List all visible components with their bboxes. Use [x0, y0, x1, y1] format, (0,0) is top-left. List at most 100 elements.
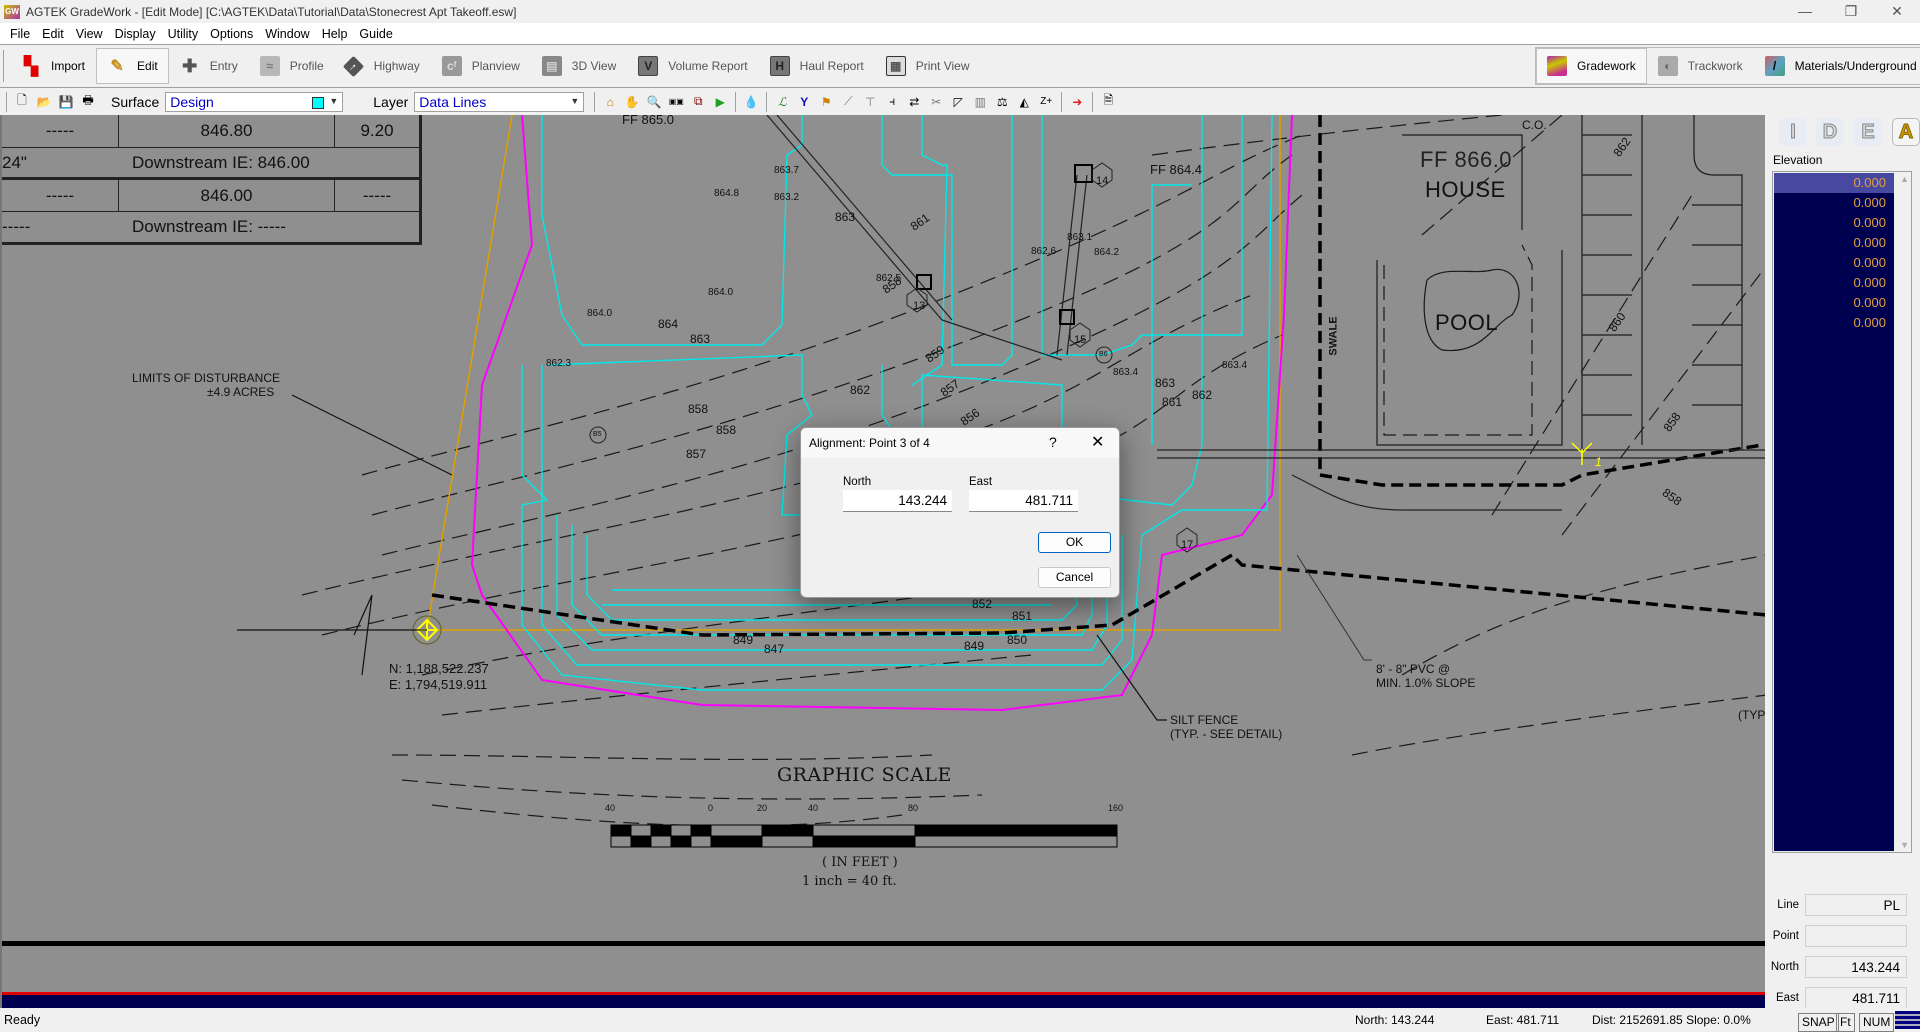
elevation-item[interactable]: 0.000 — [1774, 313, 1894, 333]
3d-view-button[interactable]: ▤ 3D View — [531, 48, 627, 84]
toolbar-grip[interactable] — [3, 50, 5, 82]
snap-indicator[interactable]: SNAP — [1798, 1013, 1839, 1032]
north-field-label: North — [843, 476, 872, 488]
flag-icon[interactable]: ⚑ — [817, 93, 835, 111]
spot-elevation: 863.2 — [774, 192, 800, 203]
table-cell: ----- — [2, 217, 31, 236]
print-icon[interactable]: 🖶 — [79, 93, 97, 111]
close-window-button[interactable]: ✕ — [1874, 0, 1920, 23]
import-label: Import — [51, 59, 86, 73]
drop-icon[interactable]: 💧 — [742, 93, 760, 111]
scroll-up-icon[interactable]: ▲ — [1900, 174, 1909, 184]
export-icon[interactable]: ➜ — [1068, 93, 1086, 111]
open-folder-icon[interactable]: 📂 — [35, 93, 53, 111]
copy-window-icon[interactable]: ⧉ — [689, 93, 707, 111]
trim-icon[interactable]: ⊤ — [861, 93, 879, 111]
toolbar-grip[interactable] — [6, 91, 7, 112]
menu-guide[interactable]: Guide — [353, 27, 398, 41]
elevation-item[interactable]: 0.000 — [1774, 273, 1894, 293]
dialog-close-button[interactable]: ✕ — [1091, 432, 1104, 452]
slope-icon[interactable]: ◭ — [1015, 93, 1033, 111]
dialog-title-bar[interactable]: Alignment: Point 3 of 4 — [801, 428, 1119, 458]
north-input[interactable]: 143.244 — [843, 490, 952, 512]
scroll-down-icon[interactable]: ▼ — [1900, 840, 1909, 850]
layer-color-icon[interactable] — [1895, 1011, 1920, 1029]
line-value[interactable]: PL — [1805, 894, 1907, 916]
zoom-window-icon[interactable]: 🔍 — [645, 93, 663, 111]
notes-icon[interactable]: 🗎 — [1099, 93, 1117, 111]
elevation-list[interactable]: 0.000 0.000 0.000 0.000 0.000 0.000 0.00… — [1772, 171, 1912, 853]
materials-underground-button[interactable]: / Materials/Underground — [1754, 48, 1920, 84]
edit-pencil-icon: ✎ — [110, 58, 124, 75]
elevation-item[interactable]: 0.000 — [1774, 173, 1894, 193]
elevation-item[interactable]: 0.000 — [1774, 233, 1894, 253]
line-cost-icon[interactable]: ℒ — [773, 93, 791, 111]
mode-button-e[interactable]: E — [1854, 118, 1882, 146]
cancel-button[interactable]: Cancel — [1038, 567, 1111, 588]
restore-button[interactable]: ❐ — [1828, 0, 1874, 23]
table-cell: 9.20 — [360, 121, 394, 140]
balance-icon[interactable]: ⚖ — [993, 93, 1011, 111]
surface-select[interactable]: Design ▼ — [165, 91, 344, 112]
menu-options[interactable]: Options — [204, 27, 259, 41]
graphic-scale-title: GRAPHIC SCALE — [777, 764, 952, 786]
ok-button[interactable]: OK — [1038, 532, 1111, 553]
extend-icon[interactable]: ⫞ — [883, 93, 901, 111]
menu-window[interactable]: Window — [259, 27, 315, 41]
minimize-button[interactable]: — — [1782, 0, 1828, 23]
extents-icon[interactable]: ▣▣ — [667, 93, 685, 111]
planview-button[interactable]: cᶠ Planview — [431, 48, 531, 84]
entry-button[interactable]: ✚ Entry — [169, 48, 249, 84]
volume-report-button[interactable]: V Volume Report — [627, 48, 758, 84]
highway-button[interactable]: ↑ Highway — [335, 48, 431, 84]
cut-icon[interactable]: ✂ — [927, 93, 945, 111]
north-value[interactable]: 143.244 — [1805, 956, 1907, 978]
profile-button[interactable]: ≈ Profile — [249, 48, 335, 84]
pipe-data-table: ----- 846.80 9.20 24" Downstream IE: 846… — [2, 115, 422, 245]
menu-utility[interactable]: Utility — [162, 27, 205, 41]
pan-hand-icon[interactable]: ✋ — [623, 93, 641, 111]
corner-icon[interactable]: ◸ — [949, 93, 967, 111]
gradework-icon — [1547, 56, 1567, 76]
layer-select[interactable]: Data Lines ▼ — [414, 91, 585, 112]
elevation-item[interactable]: 0.000 — [1774, 253, 1894, 273]
play-icon[interactable]: ▶ — [711, 93, 729, 111]
print-view-button[interactable]: ▦ Print View — [875, 48, 981, 84]
edit-button[interactable]: ✎ Edit — [96, 48, 169, 84]
z-plus-icon[interactable]: Z+ — [1037, 93, 1055, 111]
elevation-item[interactable]: 0.000 — [1774, 193, 1894, 213]
swap-icon[interactable]: ⇄ — [905, 93, 923, 111]
elevation-item[interactable]: 0.000 — [1774, 293, 1894, 313]
y-split-icon[interactable]: Y — [795, 93, 813, 111]
home-icon[interactable]: ⌂ — [601, 93, 619, 111]
import-button[interactable]: ▚ Import — [10, 48, 96, 84]
save-icon[interactable]: 💾 — [57, 93, 75, 111]
east-value[interactable]: 481.711 — [1805, 987, 1907, 1009]
divider-line — [2, 941, 1765, 946]
horizontal-scrollbar[interactable] — [2, 992, 1765, 1008]
line-tool-icon[interactable]: ⟋ — [839, 93, 857, 111]
menu-help[interactable]: Help — [316, 27, 354, 41]
east-input[interactable]: 481.711 — [969, 490, 1078, 512]
mode-button-i[interactable]: I — [1779, 118, 1807, 146]
mode-button-a[interactable]: A — [1892, 118, 1920, 146]
menu-display[interactable]: Display — [109, 27, 162, 41]
contour-label: 864 — [658, 317, 679, 331]
menu-edit[interactable]: Edit — [36, 27, 70, 41]
trackwork-button[interactable]: ◐ Trackwork — [1647, 48, 1754, 84]
gradework-button[interactable]: Gradework — [1536, 48, 1647, 84]
new-file-icon[interactable]: 🗋 — [13, 93, 31, 111]
units-indicator[interactable]: Ft — [1836, 1013, 1855, 1032]
haul-report-button[interactable]: H Haul Report — [759, 48, 875, 84]
help-button[interactable]: ? — [1049, 434, 1057, 450]
materials-underground-icon: / — [1764, 56, 1785, 76]
elevation-item[interactable]: 0.000 — [1774, 213, 1894, 233]
east-label: East — [1775, 992, 1799, 1004]
chevron-down-icon: ▼ — [570, 95, 580, 106]
north-field: North 143.244 — [1765, 955, 1920, 979]
point-value[interactable] — [1805, 925, 1907, 947]
mode-button-d[interactable]: D — [1816, 118, 1844, 146]
menu-file[interactable]: File — [4, 27, 36, 41]
offset-icon[interactable]: ▥ — [971, 93, 989, 111]
menu-view[interactable]: View — [70, 27, 109, 41]
